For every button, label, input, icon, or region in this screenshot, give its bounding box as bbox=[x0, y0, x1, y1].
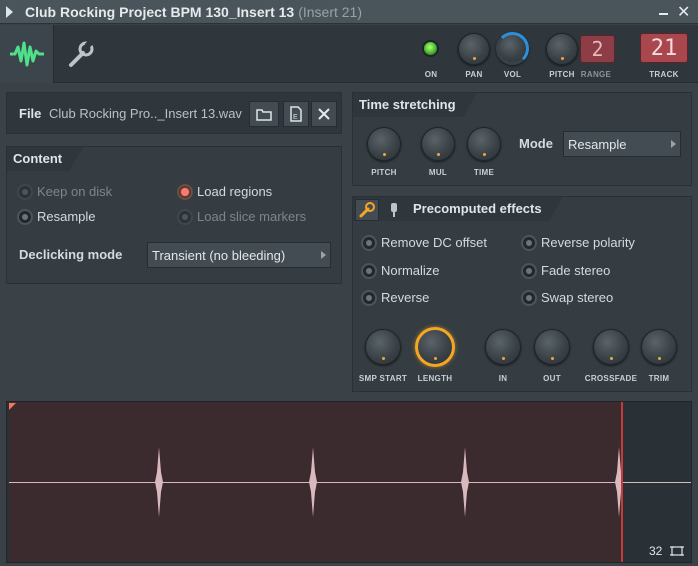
precomputed-effects-panel: Precomputed effects Remove DC offset Nor… bbox=[352, 196, 692, 392]
menu-arrow-icon[interactable] bbox=[6, 6, 13, 18]
keep-on-disk-label: Keep on disk bbox=[37, 184, 113, 199]
declicking-mode-value: Transient (no bleeding) bbox=[152, 248, 286, 263]
pitch-knob[interactable] bbox=[546, 33, 578, 65]
transient-3 bbox=[461, 447, 469, 517]
remove-dc-radio[interactable] bbox=[361, 235, 377, 251]
declicking-label: Declicking mode bbox=[19, 247, 123, 262]
resample-label: Resample bbox=[37, 209, 96, 224]
in-label: IN bbox=[498, 374, 508, 383]
ts-pitch-label: PITCH bbox=[371, 168, 397, 177]
keep-on-disk-radio[interactable] bbox=[17, 184, 33, 200]
remove-file-button[interactable] bbox=[311, 101, 337, 127]
fade-stereo-label: Fade stereo bbox=[541, 263, 611, 278]
resample-radio[interactable] bbox=[17, 209, 33, 225]
load-regions-label: Load regions bbox=[197, 184, 273, 199]
crossfade-knob[interactable] bbox=[593, 329, 629, 365]
declicking-mode-select[interactable]: Transient (no bleeding) bbox=[147, 242, 331, 268]
minimize-icon[interactable] bbox=[656, 3, 672, 19]
fx-settings-button[interactable] bbox=[355, 199, 379, 221]
smp-start-label: SMP START bbox=[358, 374, 408, 383]
close-window-button[interactable]: ✕ bbox=[677, 2, 690, 22]
stretch-mode-value: Resample bbox=[568, 137, 627, 152]
track-label: TRACK bbox=[649, 70, 679, 79]
wrench-icon bbox=[69, 39, 94, 67]
waveform-transients bbox=[155, 447, 623, 517]
remove-dc-label: Remove DC offset bbox=[381, 235, 487, 250]
pan-knob[interactable] bbox=[458, 33, 490, 65]
ts-pitch-knob[interactable] bbox=[367, 127, 401, 161]
ts-mul-label: MUL bbox=[428, 168, 448, 177]
content-title: Content bbox=[7, 147, 83, 171]
file-name: Club Rocking Pro.._Insert 13.wav bbox=[49, 106, 242, 121]
window-title: Club Rocking Project BPM 130_Insert 13 (I… bbox=[25, 4, 362, 20]
edit-file-button[interactable]: E bbox=[283, 101, 309, 127]
out-label: OUT bbox=[543, 374, 561, 383]
on-led[interactable] bbox=[422, 40, 439, 57]
window-subtitle: (Insert 21) bbox=[298, 4, 363, 20]
ts-time-knob[interactable] bbox=[467, 127, 501, 161]
folder-icon bbox=[256, 109, 272, 121]
swap-stereo-radio[interactable] bbox=[521, 290, 537, 306]
fx-mixer-icon[interactable] bbox=[387, 201, 401, 219]
normalize-label: Normalize bbox=[381, 263, 440, 278]
file-panel: File Club Rocking Pro.._Insert 13.wav E bbox=[6, 92, 342, 134]
zoom-fit-icon[interactable] bbox=[670, 545, 684, 557]
reverse-polarity-radio[interactable] bbox=[521, 235, 537, 251]
waveform-view[interactable]: 32 bbox=[6, 401, 692, 563]
end-marker[interactable] bbox=[621, 402, 623, 562]
crossfade-label: CROSSFADE bbox=[584, 374, 638, 383]
tab-tools[interactable] bbox=[55, 25, 107, 83]
file-label: File bbox=[19, 106, 42, 121]
chevron-right-icon bbox=[321, 251, 326, 259]
in-knob[interactable] bbox=[485, 329, 521, 365]
time-stretching-title: Time stretching bbox=[353, 93, 477, 117]
smp-start-knob[interactable] bbox=[365, 329, 401, 365]
stretch-mode-select[interactable]: Resample bbox=[563, 131, 681, 157]
title-bar: Club Rocking Project BPM 130_Insert 13 (I… bbox=[0, 0, 698, 24]
load-slice-markers-label: Load slice markers bbox=[197, 209, 307, 224]
mixer-knob-icon bbox=[391, 203, 397, 217]
normalize-radio[interactable] bbox=[361, 263, 377, 279]
close-icon bbox=[318, 108, 330, 120]
vol-label: VOL bbox=[503, 70, 522, 79]
file-edit-icon: E bbox=[290, 106, 302, 122]
pan-label: PAN bbox=[465, 70, 483, 79]
window-title-text: Club Rocking Project BPM 130_Insert 13 bbox=[25, 4, 295, 20]
ts-time-label: TIME bbox=[473, 168, 495, 177]
trim-label: TRIM bbox=[648, 374, 670, 383]
trim-knob[interactable] bbox=[641, 329, 677, 365]
tab-sample-settings[interactable] bbox=[0, 25, 54, 83]
content-panel: Content Keep on disk Resample Load regio… bbox=[6, 146, 342, 284]
time-stretching-panel: Time stretching PITCH MUL TIME Mode Resa… bbox=[352, 92, 692, 186]
zoom-value: 32 bbox=[649, 544, 663, 558]
chevron-right-icon bbox=[671, 140, 676, 148]
load-regions-radio[interactable] bbox=[177, 184, 193, 200]
reverse-label: Reverse bbox=[381, 290, 430, 305]
swap-stereo-label: Swap stereo bbox=[541, 290, 614, 305]
reverse-radio[interactable] bbox=[361, 290, 377, 306]
fade-stereo-radio[interactable] bbox=[521, 263, 537, 279]
ts-mul-knob[interactable] bbox=[421, 127, 455, 161]
track-display[interactable]: 21 bbox=[640, 33, 688, 63]
load-slice-markers-radio[interactable] bbox=[177, 209, 193, 225]
transient-1 bbox=[155, 447, 163, 517]
length-label: LENGTH bbox=[417, 374, 453, 383]
reverse-polarity-label: Reverse polarity bbox=[541, 235, 635, 250]
on-label: ON bbox=[424, 70, 438, 79]
length-knob[interactable] bbox=[415, 327, 455, 367]
waveform-icon bbox=[10, 41, 44, 67]
toolbar: ON PAN VOL PITCH 2 RANGE 21 TRACK bbox=[0, 25, 698, 83]
open-file-button[interactable] bbox=[249, 101, 279, 127]
mode-label: Mode bbox=[519, 136, 553, 151]
transient-2 bbox=[309, 447, 317, 517]
out-knob[interactable] bbox=[534, 329, 570, 365]
range-label: RANGE bbox=[580, 70, 612, 79]
precomputed-effects-title: Precomputed effects bbox=[353, 197, 563, 221]
pitch-range-display[interactable]: 2 bbox=[580, 35, 615, 63]
svg-text:E: E bbox=[293, 114, 298, 121]
wrench-icon bbox=[359, 202, 375, 218]
volume-knob[interactable] bbox=[496, 32, 529, 65]
